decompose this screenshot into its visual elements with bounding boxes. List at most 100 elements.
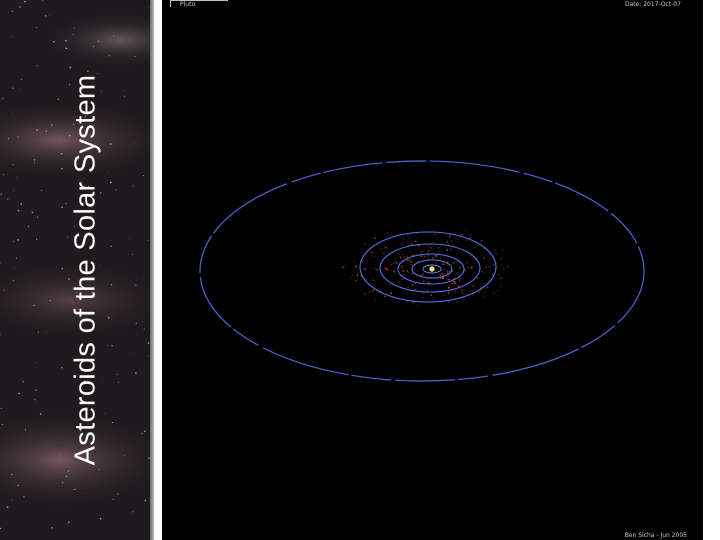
asteroid-dot (442, 277, 445, 280)
asteroid-dot (456, 260, 458, 263)
asteroid-dot (458, 279, 461, 281)
star-dot (45, 130, 47, 132)
star-dot (27, 225, 30, 228)
asteroid-dot (461, 289, 464, 291)
star-dot (15, 257, 17, 259)
star-dot (49, 14, 50, 16)
star-dot (33, 304, 35, 307)
asteroid-dot (384, 295, 387, 298)
asteroid-dot (401, 278, 403, 280)
asteroid-dot (470, 296, 471, 298)
asteroid-dot (371, 289, 374, 292)
asteroid-dot (395, 258, 397, 260)
asteroid-dot (443, 267, 445, 270)
asteroid-dot (426, 290, 429, 292)
star-dot (99, 517, 102, 520)
asteroid-dot (472, 285, 475, 288)
asteroid-dot (449, 248, 452, 251)
asteroid-dot (386, 267, 388, 270)
asteroid-dot (402, 253, 404, 256)
star-dot (18, 392, 20, 395)
star-dot (85, 493, 86, 494)
asteroid-dot (402, 269, 405, 272)
star-dot (109, 143, 112, 145)
star-dot (135, 372, 137, 374)
star-dot (37, 331, 39, 333)
star-dot (20, 88, 21, 90)
asteroid-dot (497, 266, 499, 268)
star-dot (143, 277, 145, 279)
asteroid-dot (393, 268, 395, 270)
asteroid-dot (403, 273, 405, 276)
asteroid-dot (453, 280, 456, 283)
star-dot (34, 362, 36, 364)
asteroid-dot (453, 232, 455, 234)
star-dot (12, 113, 14, 115)
star-dot (147, 240, 149, 242)
asteroid-dot (471, 266, 473, 269)
slide: Asteroids of the Solar System Pluto Date… (0, 0, 720, 540)
asteroid-dot (438, 247, 440, 249)
asteroid-dot (435, 262, 437, 264)
asteroid-dot (438, 275, 440, 276)
star-dot (74, 488, 76, 491)
asteroid-dot (480, 239, 483, 242)
star-dot (33, 159, 36, 161)
star-dot (132, 253, 134, 255)
asteroid-dot (343, 265, 345, 267)
star-dot (11, 36, 13, 38)
asteroid-dot (369, 281, 371, 284)
star-dot (36, 129, 39, 131)
asteroid-dot (412, 243, 414, 245)
star-dot (148, 355, 149, 357)
asteroid-dot (383, 252, 385, 255)
star-dot (17, 484, 19, 487)
asteroid-dot (407, 225, 409, 227)
star-dot (3, 174, 5, 176)
star-dot (67, 521, 70, 524)
asteroid-dot (363, 268, 366, 271)
asteroid-dot (440, 245, 442, 247)
star-dot (117, 493, 119, 495)
asteroid-dot (467, 266, 469, 268)
asteroid-dot (447, 278, 449, 281)
star-dot (13, 241, 15, 243)
asteroid-dot (451, 262, 452, 264)
asteroid-dot (448, 270, 451, 272)
asteroid-dot (483, 291, 485, 293)
star-dot (108, 55, 110, 57)
asteroid-dot (432, 241, 434, 243)
star-dot (42, 0, 44, 1)
asteroid-dot (353, 261, 355, 263)
star-dot (11, 473, 13, 476)
star-dot (0, 527, 2, 530)
star-dot (113, 35, 115, 37)
asteroid-dot (473, 283, 475, 284)
asteroid-dot (402, 265, 404, 266)
asteroid-dot (500, 285, 502, 287)
asteroid-dot (361, 260, 364, 263)
star-dot (20, 203, 23, 205)
star-dot (36, 238, 38, 240)
asteroid-dot (424, 255, 426, 258)
asteroid-dot (377, 288, 379, 290)
star-dot (61, 206, 63, 208)
star-dot (65, 475, 68, 478)
star-dot (36, 26, 38, 29)
asteroid-dot (414, 288, 417, 291)
star-dot (124, 90, 125, 92)
asteroid-dot (485, 266, 487, 269)
star-dot (129, 237, 130, 239)
asteroid-dot (447, 292, 450, 294)
asteroid-dot (374, 268, 377, 270)
star-dot (73, 27, 75, 29)
asteroid-dot (480, 286, 482, 288)
star-dot (51, 527, 53, 529)
asteroid-dot (414, 283, 416, 285)
asteroid-dot (395, 261, 397, 264)
star-dot (1, 423, 4, 426)
asteroid-dot (425, 279, 428, 281)
star-dot (11, 499, 13, 501)
asteroid-dot (469, 289, 471, 291)
asteroid-dot (503, 267, 505, 270)
